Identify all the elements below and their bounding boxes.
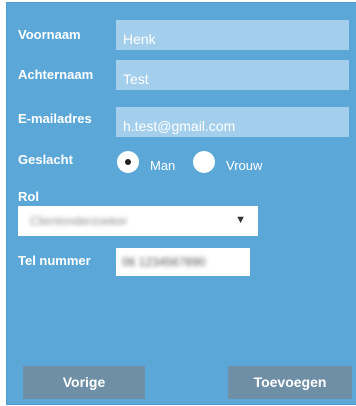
role-select-value: Clientonderzoeker (30, 214, 128, 228)
email-label: E-mailadres (18, 111, 92, 126)
phone-field[interactable]: 06 1234567890 (116, 248, 250, 276)
add-button[interactable]: Toevoegen (228, 366, 352, 399)
lastname-field[interactable] (116, 60, 349, 90)
gender-vrouw-label: Vrouw (226, 158, 263, 173)
lastname-label: Achternaam (18, 67, 94, 82)
gender-label: Geslacht (18, 152, 73, 167)
prev-button[interactable]: Vorige (23, 366, 145, 399)
phone-field-value: 06 1234567890 (122, 255, 206, 269)
role-label: Rol (18, 189, 39, 204)
gender-man-label: Man (150, 158, 176, 173)
phone-label: Tel nummer (18, 253, 91, 268)
email-field[interactable] (116, 107, 349, 137)
radio-selected-dot-icon (125, 159, 131, 165)
firstname-field[interactable] (116, 20, 349, 50)
firstname-label: Voornaam (18, 27, 81, 42)
gender-man-radio[interactable] (117, 151, 139, 173)
role-select[interactable]: Clientonderzoeker ▼ (18, 206, 258, 236)
dropdown-arrow-icon: ▼ (235, 214, 246, 226)
gender-vrouw-radio[interactable] (193, 151, 215, 173)
